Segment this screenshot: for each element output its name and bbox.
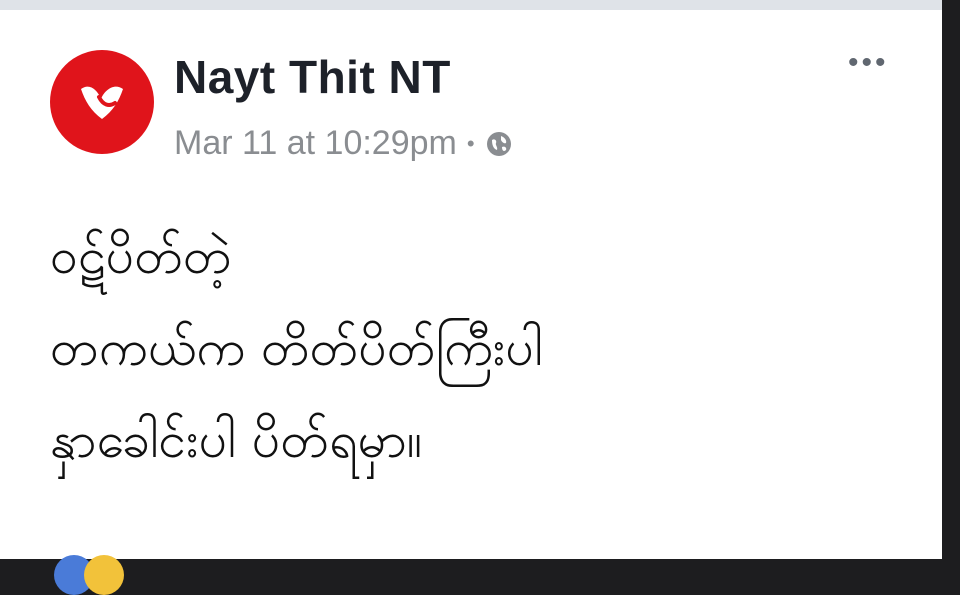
post-line: နှာခေါင်းပါ ပိတ်ရမှာ။ — [50, 411, 422, 469]
post-timestamp[interactable]: Mar 11 at 10:29pm — [174, 124, 457, 163]
globe-icon — [486, 131, 511, 156]
meta-separator: • — [466, 130, 475, 156]
post-line: တကယ်က တိတ်ပိတ်ကြီးပါ — [50, 319, 543, 377]
post-meta: Mar 11 at 10:29pm • — [174, 124, 513, 163]
page-avatar[interactable] — [50, 50, 154, 154]
author-name[interactable]: Nayt Thit NT — [174, 50, 451, 104]
haha-reaction-icon — [84, 555, 124, 595]
post-line: ဝဋ်ပိတ်တဲ့ — [50, 227, 232, 285]
feed-divider — [0, 0, 942, 10]
more-options-icon[interactable]: ••• — [848, 48, 889, 78]
post-card: Nayt Thit NT Mar 11 at 10:29pm • ••• ဝဋ်… — [0, 10, 942, 595]
logo-icon — [81, 86, 123, 119]
post-body: ဝဋ်ပိတ်တဲ့ တကယ်က တိတ်ပိတ်ကြီးပါ နှာခေါင်… — [50, 210, 543, 486]
reaction-summary[interactable] — [50, 555, 950, 595]
